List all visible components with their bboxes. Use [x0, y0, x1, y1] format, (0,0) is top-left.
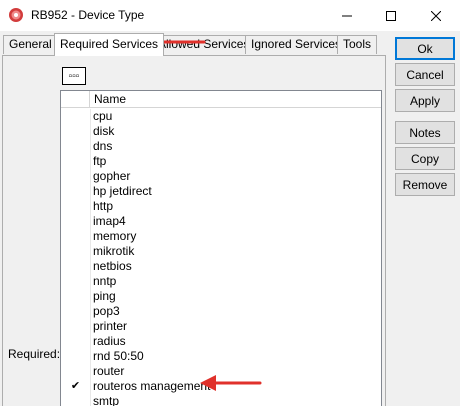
tab-allowed-services[interactable]: Allowed Services — [152, 35, 256, 54]
services-list[interactable]: Name cpu disk dns ftp gopher hp jetdirect http… — [60, 90, 382, 406]
minimize-button[interactable] — [324, 0, 370, 31]
close-button[interactable] — [413, 0, 459, 31]
list-item[interactable]: ✔ routeros management — [61, 379, 381, 394]
list-item[interactable]: disk — [61, 124, 381, 139]
list-item[interactable]: cpu — [61, 109, 381, 124]
maximize-icon — [386, 10, 396, 21]
list-item[interactable]: mikrotik — [61, 244, 381, 259]
list-item-name: cpu — [93, 109, 113, 123]
list-item-name: printer — [93, 319, 128, 333]
window-title: RB952 - Device Type — [31, 8, 145, 22]
ok-button[interactable]: Ok — [395, 37, 455, 60]
row-check-cell[interactable] — [61, 154, 90, 169]
tab-tools[interactable]: Tools — [337, 35, 378, 54]
list-item-name: ping — [93, 289, 116, 303]
close-icon — [431, 10, 441, 21]
list-item-name: rnd 50:50 — [93, 349, 144, 363]
app-icon — [9, 8, 23, 22]
title-bar: RB952 - Device Type — [0, 0, 460, 31]
list-item-name: router — [93, 364, 125, 378]
minimize-icon — [342, 15, 352, 16]
row-check-cell[interactable] — [61, 364, 90, 379]
row-check-cell[interactable] — [61, 244, 90, 259]
row-check-cell[interactable] — [61, 184, 90, 199]
list-item[interactable]: imap4 — [61, 214, 381, 229]
list-item[interactable]: netbios — [61, 259, 381, 274]
row-check-cell[interactable] — [61, 169, 90, 184]
row-check-cell[interactable] — [61, 109, 90, 124]
dialog-body: General Required Services Allowed Servic… — [0, 31, 460, 406]
list-item[interactable]: radius — [61, 334, 381, 349]
list-item-name: dns — [93, 139, 113, 153]
checkmark-icon[interactable]: ✔ — [61, 379, 90, 394]
list-item[interactable]: gopher — [61, 169, 381, 184]
row-check-cell[interactable] — [61, 319, 90, 334]
list-item[interactable]: dns — [61, 139, 381, 154]
row-check-cell[interactable] — [61, 289, 90, 304]
list-item[interactable]: printer — [61, 319, 381, 334]
row-check-cell[interactable] — [61, 229, 90, 244]
list-item-name: http — [93, 199, 114, 213]
list-item-name: radius — [93, 334, 126, 348]
row-check-cell[interactable] — [61, 259, 90, 274]
maximize-button[interactable] — [368, 0, 414, 31]
row-check-cell[interactable] — [61, 274, 90, 289]
cancel-button[interactable]: Cancel — [395, 63, 455, 86]
list-item-name: mikrotik — [93, 244, 135, 258]
column-chooser-button[interactable]: ▫▫▫ — [62, 67, 86, 85]
required-label: Required: — [8, 347, 61, 361]
list-item[interactable]: ftp — [61, 154, 381, 169]
list-item-name: routeros management — [93, 379, 211, 393]
list-item-name: pop3 — [93, 304, 120, 318]
row-check-cell[interactable] — [61, 304, 90, 319]
list-item-name: nntp — [93, 274, 117, 288]
list-item-name: imap4 — [93, 214, 126, 228]
list-header: Name — [61, 91, 381, 108]
list-item-name: gopher — [93, 169, 131, 183]
row-check-cell[interactable] — [61, 334, 90, 349]
row-check-cell[interactable] — [61, 124, 90, 139]
list-item-name: disk — [93, 124, 115, 138]
apply-button[interactable]: Apply — [395, 89, 455, 112]
list-item[interactable]: memory — [61, 229, 381, 244]
tab-ignored-services[interactable]: Ignored Services — [245, 35, 348, 54]
tab-required-services[interactable]: Required Services — [54, 33, 165, 56]
list-item-name: ftp — [93, 154, 107, 168]
list-item[interactable]: router — [61, 364, 381, 379]
list-item-name: hp jetdirect — [93, 184, 152, 198]
row-check-cell[interactable] — [61, 199, 90, 214]
notes-button[interactable]: Notes — [395, 121, 455, 144]
list-item[interactable]: nntp — [61, 274, 381, 289]
list-item-name: smtp — [93, 394, 120, 406]
remove-button[interactable]: Remove — [395, 173, 455, 196]
list-item[interactable]: pop3 — [61, 304, 381, 319]
list-item[interactable]: smtp — [61, 394, 381, 406]
header-check-column[interactable] — [61, 91, 90, 108]
list-item-name: memory — [93, 229, 137, 243]
row-check-cell[interactable] — [61, 349, 90, 364]
list-item-name: netbios — [93, 259, 132, 273]
list-item[interactable]: ping — [61, 289, 381, 304]
list-item[interactable]: hp jetdirect — [61, 184, 381, 199]
list-rows: cpu disk dns ftp gopher hp jetdirect http imap4… — [61, 109, 381, 406]
row-check-cell[interactable] — [61, 394, 90, 406]
copy-button[interactable]: Copy — [395, 147, 455, 170]
header-name-column[interactable]: Name — [94, 92, 126, 106]
row-check-cell[interactable] — [61, 214, 90, 229]
tab-general[interactable]: General — [3, 35, 58, 54]
list-item[interactable]: rnd 50:50 — [61, 349, 381, 364]
row-check-cell[interactable] — [61, 139, 90, 154]
list-item[interactable]: http — [61, 199, 381, 214]
